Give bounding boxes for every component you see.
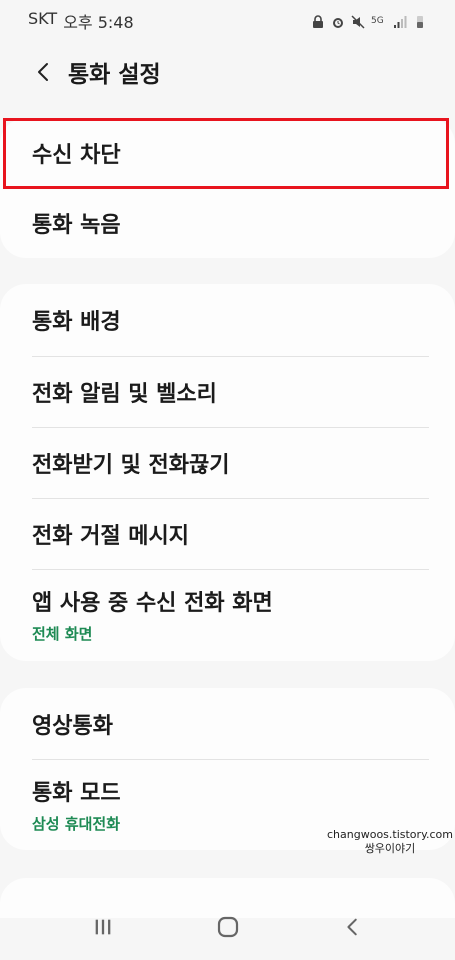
item-title: 전화받기 및 전화끊기: [32, 452, 230, 478]
list-item-reject-messages[interactable]: 전화 거절 메시지: [0, 498, 455, 569]
item-title: 통화 모드: [32, 781, 121, 806]
alarm-icon: [331, 14, 345, 28]
network-label: 5G: [371, 16, 384, 26]
back-nav-button[interactable]: [323, 903, 383, 951]
recents-button[interactable]: [73, 903, 133, 951]
navigation-bar: [0, 894, 455, 960]
divider: [32, 759, 429, 760]
settings-card-blocking: 수신 차단 통화 녹음: [0, 118, 455, 258]
signal-icon: [393, 14, 407, 28]
settings-card-call: 통화 배경 전화 알림 및 벨소리 전화받기 및 전화끊기 전화 거절 메시지 …: [0, 284, 455, 661]
watermark-name: 쌍우이야기: [364, 842, 416, 855]
divider: [32, 356, 429, 357]
clock: 오후 5:48: [63, 13, 134, 32]
battery-icon: [413, 14, 427, 28]
item-title: 전화 알림 및 벨소리: [32, 381, 217, 407]
list-item-incoming-call-display[interactable]: 앱 사용 중 수신 전화 화면 전체 화면: [0, 569, 455, 659]
divider: [32, 427, 429, 428]
app-header: 통화 설정: [0, 48, 455, 96]
back-button[interactable]: [24, 52, 64, 92]
list-item-call-recording[interactable]: 통화 녹음: [0, 188, 455, 258]
list-item-ringtone[interactable]: 전화 알림 및 벨소리: [0, 356, 455, 427]
divider: [32, 498, 429, 499]
recents-icon: [95, 919, 110, 935]
list-item-video-call[interactable]: 영상통화: [0, 688, 455, 759]
status-left: SKT 오후 5:48: [28, 9, 134, 33]
list-item-answer-end[interactable]: 전화받기 및 전화끊기: [0, 427, 455, 498]
item-title: 앱 사용 중 수신 전화 화면: [32, 590, 273, 616]
home-button[interactable]: [198, 903, 258, 951]
status-bar: SKT 오후 5:48 5G: [0, 0, 455, 42]
status-icons: 5G: [311, 14, 427, 29]
item-title: 영상통화: [32, 713, 113, 739]
item-title: 전화 거절 메시지: [32, 523, 189, 549]
chevron-left-icon: [38, 63, 48, 81]
settings-card-video: 영상통화 통화 모드 삼성 휴대전화: [0, 688, 455, 850]
item-title: 수신 차단: [32, 143, 121, 168]
screen: SKT 오후 5:48 5G 통화 설정 수신 차단 통화 녹음 통화 배경 전…: [0, 0, 455, 960]
lock-icon: [311, 14, 325, 28]
divider: [32, 569, 429, 570]
chevron-left-icon: [346, 918, 357, 936]
item-title: 통화 녹음: [32, 213, 121, 238]
network-5g-icon: 5G: [371, 14, 387, 28]
mute-icon: [351, 14, 365, 29]
page-title: 통화 설정: [68, 62, 161, 88]
watermark: changwoos.tistory.com 쌍우이야기: [326, 828, 454, 856]
home-icon: [217, 916, 238, 938]
item-subtitle: 전체 화면: [32, 624, 93, 643]
list-item-call-background[interactable]: 통화 배경: [0, 284, 455, 356]
list-item-block-numbers[interactable]: 수신 차단: [0, 118, 455, 188]
carrier-label: SKT: [28, 9, 58, 28]
watermark-url: changwoos.tistory.com: [327, 828, 453, 841]
item-title: 통화 배경: [32, 310, 121, 335]
